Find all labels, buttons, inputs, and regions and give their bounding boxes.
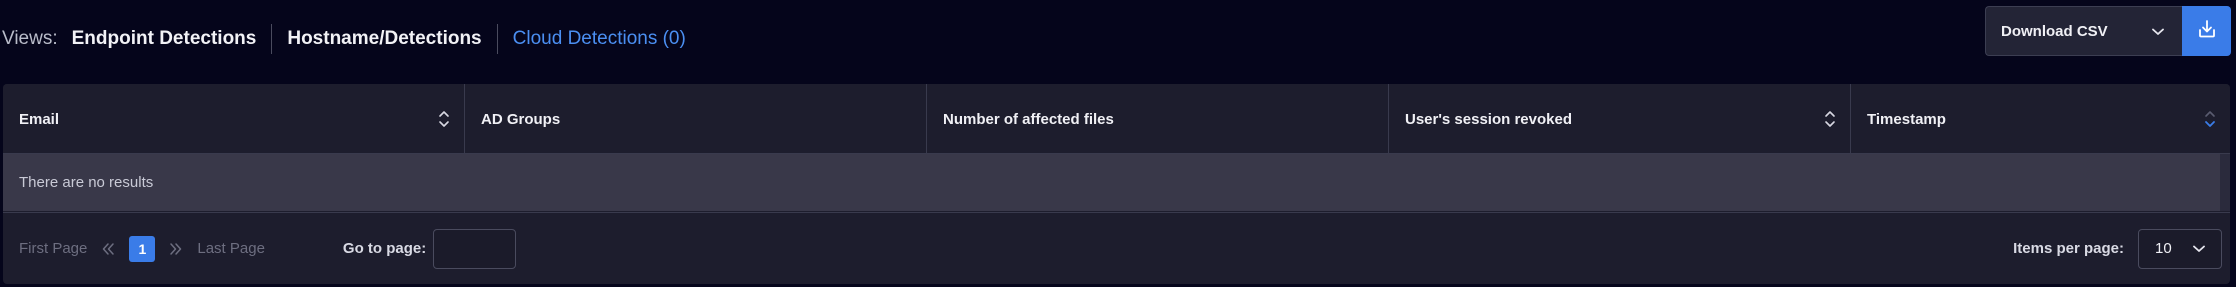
column-label: Timestamp <box>1867 110 1946 128</box>
column-label: User's session revoked <box>1405 110 1572 128</box>
sort-desc-icon[interactable] <box>2204 110 2216 128</box>
download-icon <box>2196 18 2218 45</box>
download-csv-group: Download CSV <box>1985 6 2231 56</box>
pagination-bar: First Page 1 Last Page Go to page: Items… <box>3 212 2230 284</box>
column-header-affected-files: Number of affected files <box>927 84 1389 154</box>
double-chevron-left-icon[interactable] <box>101 242 115 256</box>
column-header-ad-groups: AD Groups <box>465 84 927 154</box>
column-header-email[interactable]: Email <box>3 84 465 154</box>
column-header-session-revoked[interactable]: User's session revoked <box>1389 84 1851 154</box>
go-to-page-input[interactable] <box>433 228 517 269</box>
items-per-page-value: 10 <box>2155 240 2172 257</box>
detections-table: Email AD Groups Number of affected files… <box>3 84 2230 284</box>
download-format-select[interactable]: Download CSV <box>1985 6 2182 56</box>
column-label: Number of affected files <box>943 110 1114 128</box>
column-label: AD Groups <box>481 110 561 128</box>
sort-icon[interactable] <box>1824 110 1836 128</box>
empty-results-row: There are no results <box>3 154 2220 211</box>
column-header-timestamp[interactable]: Timestamp <box>1851 84 2230 154</box>
chevron-down-icon <box>2152 23 2164 40</box>
column-label: Email <box>19 110 60 128</box>
chevron-down-icon <box>2193 240 2205 257</box>
items-per-page-select[interactable]: 10 <box>2138 228 2222 269</box>
current-page-button[interactable]: 1 <box>129 235 156 262</box>
empty-results-text: There are no results <box>19 174 154 191</box>
tab-hostname-detections[interactable]: Hostname/Detections <box>272 28 496 50</box>
tab-cloud-detections[interactable]: Cloud Detections (0) <box>498 28 701 50</box>
double-chevron-right-icon[interactable] <box>169 242 183 256</box>
download-button[interactable] <box>2182 6 2231 56</box>
tab-endpoint-detections[interactable]: Endpoint Detections <box>72 28 272 50</box>
views-label: Views: <box>2 27 58 49</box>
go-to-page-label: Go to page: <box>342 240 427 257</box>
views-bar: Views: Endpoint Detections Hostname/Dete… <box>2 0 701 77</box>
vertical-scrollbar[interactable] <box>2220 154 2230 211</box>
download-csv-label: Download CSV <box>2001 22 2108 40</box>
table-header: Email AD Groups Number of affected files… <box>3 84 2230 154</box>
items-per-page-label: Items per page: <box>2013 240 2124 257</box>
last-page-link[interactable]: Last Page <box>197 240 265 257</box>
first-page-link[interactable]: First Page <box>19 240 87 257</box>
sort-icon[interactable] <box>438 110 450 128</box>
